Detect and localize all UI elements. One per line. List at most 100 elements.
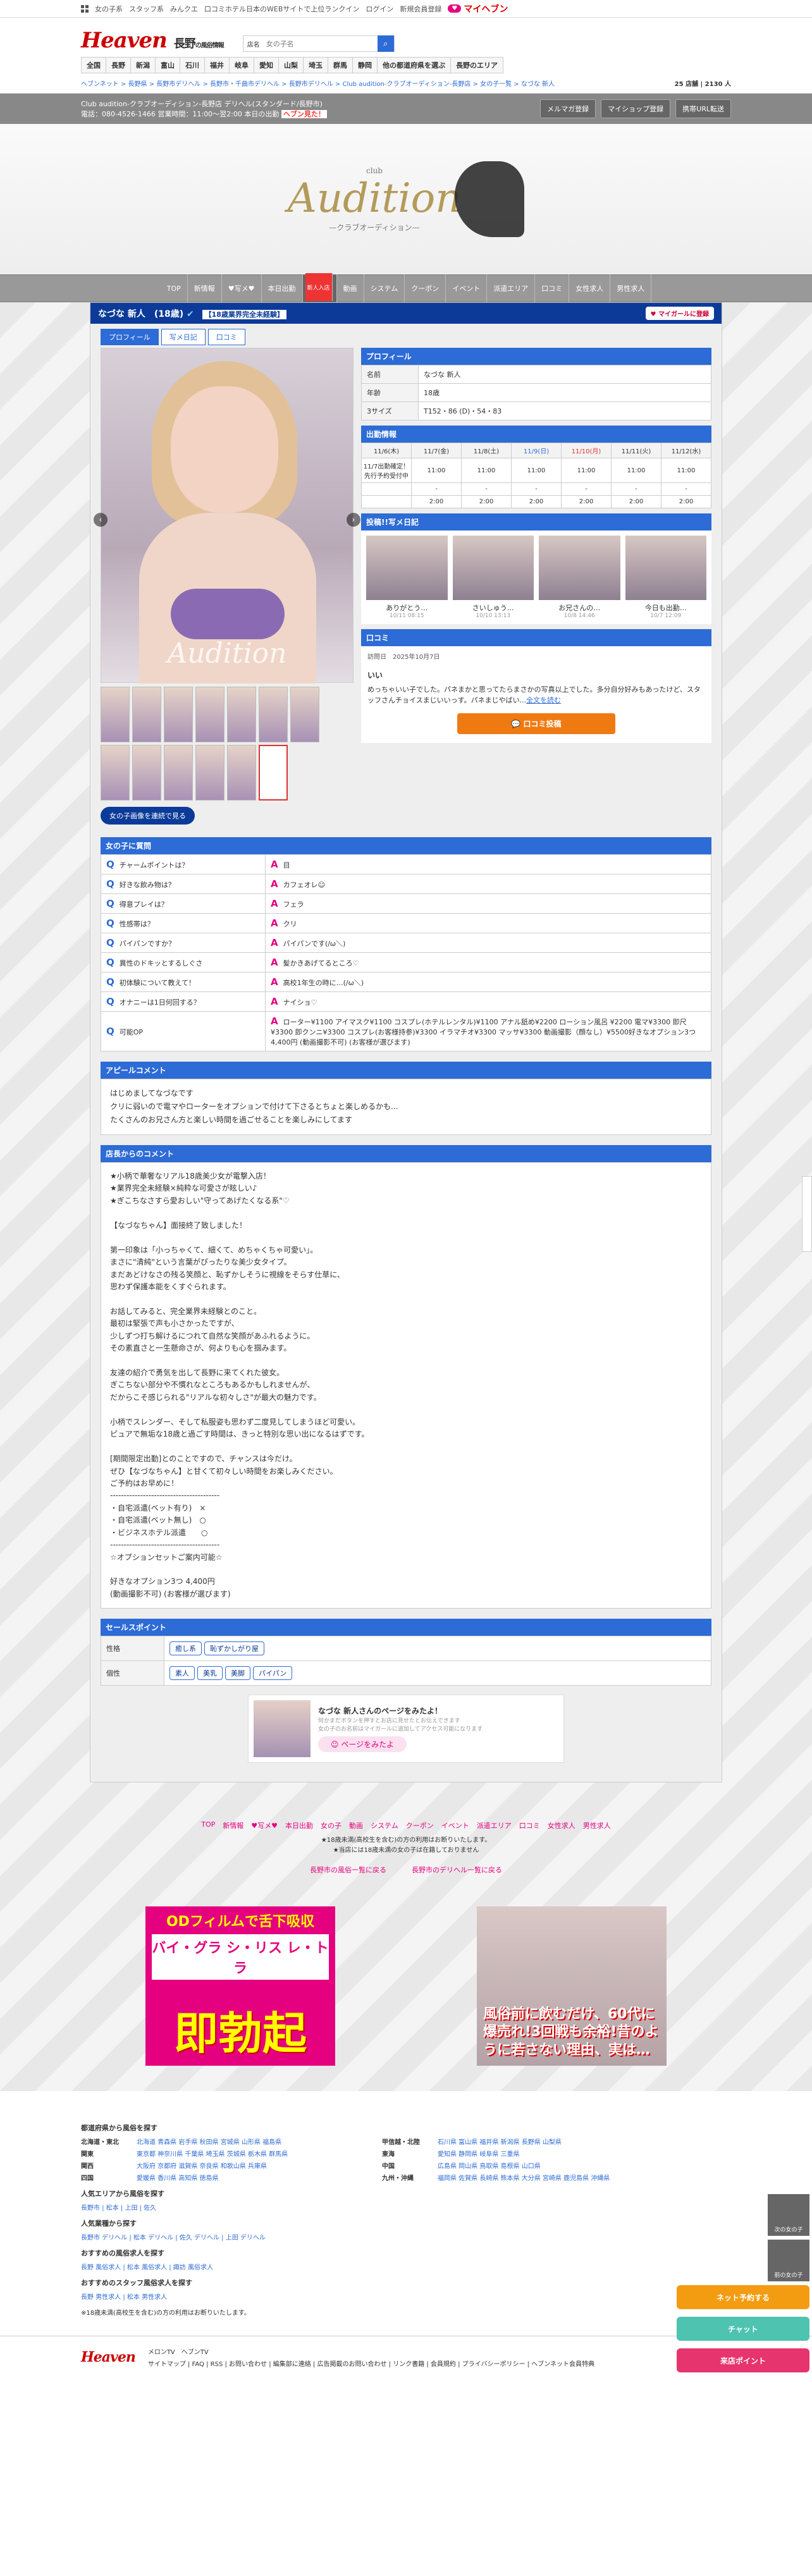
slideshow-button[interactable]: 女の子画像を連続で見る	[101, 807, 195, 825]
footer-nav-link[interactable]: 男性求人	[583, 1820, 611, 1831]
area-tab[interactable]: 石川	[180, 57, 204, 73]
site-logo[interactable]: Heaven 長野の風俗情報	[81, 28, 225, 53]
area-tab[interactable]: 岐阜	[229, 57, 254, 73]
shop-nav-item[interactable]: 動画	[337, 274, 364, 302]
footer-nav-link[interactable]: 派遣エリア	[477, 1820, 512, 1831]
ad-banner-2[interactable]: 風俗前に飲むだけ、60代に爆売れ!3回戦も余裕!昔のように若さない理由、実は…	[477, 1906, 667, 2066]
footer-nav-link[interactable]: 女性求人	[548, 1820, 575, 1831]
footer-nav-link[interactable]: 女の子	[321, 1820, 341, 1831]
diary-item[interactable]: ありがとう… 10/11 08:15	[366, 536, 448, 619]
search-input[interactable]	[263, 39, 378, 48]
girl-main-photo[interactable]: Audition ‹ ›	[94, 348, 360, 684]
side-tools[interactable]	[802, 1176, 812, 1252]
pop-area-links[interactable]: 長野市 | 松本 | 上田 | 佐久	[81, 2202, 731, 2212]
sales-pill[interactable]: パイパン	[253, 1666, 293, 1681]
search-icon[interactable]: ⌕	[377, 35, 394, 52]
thumbnail[interactable]	[195, 687, 225, 742]
register-link[interactable]: 新規会員登録	[400, 4, 441, 14]
area-tab[interactable]: 静岡	[352, 57, 377, 73]
back-to-deli-link[interactable]: 長野市のデリヘル一覧に戻る	[412, 1865, 502, 1875]
tab-profile[interactable]: プロフィール	[101, 329, 159, 345]
footer-nav-link[interactable]: 口コミ	[519, 1820, 540, 1831]
region-links[interactable]: 愛媛県 香川県 高知県 徳島県	[137, 2173, 377, 2182]
shop-nav-item[interactable]: システム	[364, 274, 405, 302]
sales-pill[interactable]: 癒し系	[169, 1641, 202, 1656]
login-link[interactable]: ログイン	[366, 4, 393, 14]
link-staff[interactable]: スタッフ系	[129, 4, 164, 14]
thumbnail[interactable]	[101, 687, 130, 742]
chat-button[interactable]: チャット	[677, 2317, 809, 2341]
sales-pill[interactable]: 恥ずかしがり屋	[204, 1641, 264, 1656]
region-links[interactable]: 愛知県 静岡県 岐阜県 三重県	[438, 2149, 678, 2158]
back-to-fuzoku-link[interactable]: 長野市の風俗一覧に戻る	[310, 1865, 386, 1875]
thumbnail[interactable]	[101, 745, 130, 800]
app-link[interactable]: ヘブンTV	[181, 2349, 209, 2356]
mobile-url-button[interactable]: 携帯URL転送	[675, 99, 731, 118]
menu-grid-icon[interactable]	[81, 4, 89, 13]
rec-staff-links[interactable]: 長野 男性求人 | 松本 男性求人	[81, 2291, 731, 2301]
visited-button[interactable]: ☺ ページをみたよ	[318, 1736, 407, 1753]
shop-nav-item[interactable]: 女の子新人入店	[302, 273, 337, 302]
region-links[interactable]: 広島県 岡山県 鳥取県 島根県 山口県	[438, 2161, 678, 2170]
area-tab[interactable]: 群馬	[328, 57, 352, 73]
mailmag-button[interactable]: メルマガ登録	[540, 99, 596, 118]
tab-review[interactable]: 口コミ	[207, 329, 245, 345]
area-tab[interactable]: 新潟	[130, 57, 155, 73]
footer-nav-link[interactable]: TOP	[201, 1820, 215, 1831]
thumbnail[interactable]	[132, 687, 161, 742]
region-links[interactable]: 石川県 富山県 福井県 新潟県 長野県 山梨県	[438, 2137, 678, 2146]
footer-links[interactable]: サイトマップ | FAQ | RSS | お問い合わせ | 編集部に連絡 | 広…	[148, 2358, 594, 2368]
thumbnail[interactable]	[259, 745, 288, 800]
shop-nav-item[interactable]: ♥写メ♥	[222, 274, 262, 302]
area-tab[interactable]: 全国	[81, 57, 106, 73]
area-tab[interactable]: 他の都道府県を選ぶ	[377, 57, 450, 73]
thumbnail[interactable]	[132, 745, 161, 800]
thumbnail[interactable]	[227, 687, 256, 742]
mygirl-button[interactable]: ♥ マイガールに登録	[645, 307, 714, 320]
diary-item[interactable]: お兄さんの… 10/8 14:46	[539, 536, 620, 619]
footer-nav-link[interactable]: ♥写メ♥	[251, 1820, 278, 1831]
myheaven-button[interactable]: ♥ マイヘブン	[448, 3, 508, 15]
sales-pill[interactable]: 素人	[169, 1666, 195, 1681]
footer-nav-link[interactable]: 動画	[349, 1820, 363, 1831]
footer-nav-link[interactable]: 新情報	[223, 1820, 243, 1831]
prev-photo-icon[interactable]: ‹	[94, 513, 108, 527]
region-links[interactable]: 福岡県 佐賀県 長崎県 熊本県 大分県 宮崎県 鹿児島県 沖縄県	[438, 2173, 678, 2182]
area-tab[interactable]: 山梨	[278, 57, 303, 73]
breadcrumb-text[interactable]: ヘブンネット > 長野県 > 長野市デリヘル > 長野市・千曲市デリヘル > 長…	[81, 78, 555, 88]
region-links[interactable]: 東京都 神奈川県 千葉県 埼玉県 茨城県 栃木県 群馬県	[137, 2149, 377, 2158]
next-photo-icon[interactable]: ›	[347, 513, 360, 527]
shop-banner[interactable]: club Audition —クラブオーディション—	[0, 124, 812, 274]
rec-job-links[interactable]: 長野 風俗求人 | 松本 風俗求人 | 諏訪 風俗求人	[81, 2262, 731, 2271]
shop-nav-item[interactable]: 本日出勤	[262, 274, 303, 302]
shop-nav-item[interactable]: 口コミ	[535, 274, 570, 302]
thumbnail[interactable]	[227, 745, 256, 800]
next-girl-button[interactable]: 次の女の子	[768, 2194, 809, 2236]
footer-nav-link[interactable]: クーポン	[406, 1820, 434, 1831]
area-tab[interactable]: 富山	[155, 57, 180, 73]
footer-nav-link[interactable]: システム	[371, 1820, 398, 1831]
link-minquest[interactable]: みんクエ	[170, 4, 198, 14]
shop-nav-item[interactable]: 女性求人	[569, 274, 611, 302]
myshop-button[interactable]: マイショップ登録	[601, 99, 671, 118]
area-tab[interactable]: 福井	[204, 57, 229, 73]
footer-nav-link[interactable]: イベント	[441, 1820, 469, 1831]
area-tab[interactable]: 愛知	[254, 57, 278, 73]
visit-point-button[interactable]: 来店ポイント	[677, 2348, 809, 2372]
post-review-button[interactable]: 💬 口コミ投稿	[457, 713, 615, 735]
area-tab[interactable]: 長野のエリア	[450, 57, 503, 73]
diary-item[interactable]: 今日も出勤… 10/7 12:09	[625, 536, 706, 619]
shop-nav-item[interactable]: クーポン	[405, 274, 446, 302]
link-girl[interactable]: 女の子系	[95, 4, 123, 14]
thumbnail[interactable]	[164, 687, 193, 742]
thumbnail[interactable]	[290, 687, 319, 742]
thumbnail[interactable]	[259, 687, 288, 742]
tab-diary[interactable]: 写メ日記	[161, 329, 206, 345]
area-tab[interactable]: 埼玉	[303, 57, 328, 73]
diary-item[interactable]: さいしゅう… 10/10 13:13	[452, 536, 534, 619]
footer-logo[interactable]: Heaven	[81, 2349, 136, 2365]
sales-pill[interactable]: 美脚	[225, 1666, 250, 1681]
review-more-link[interactable]: 全文を読む	[526, 696, 561, 704]
shop-name[interactable]: Club audition-クラブオーディション-長野店 デリヘル(スタンダード…	[81, 99, 327, 109]
shop-nav-item[interactable]: 派遣エリア	[487, 274, 536, 302]
